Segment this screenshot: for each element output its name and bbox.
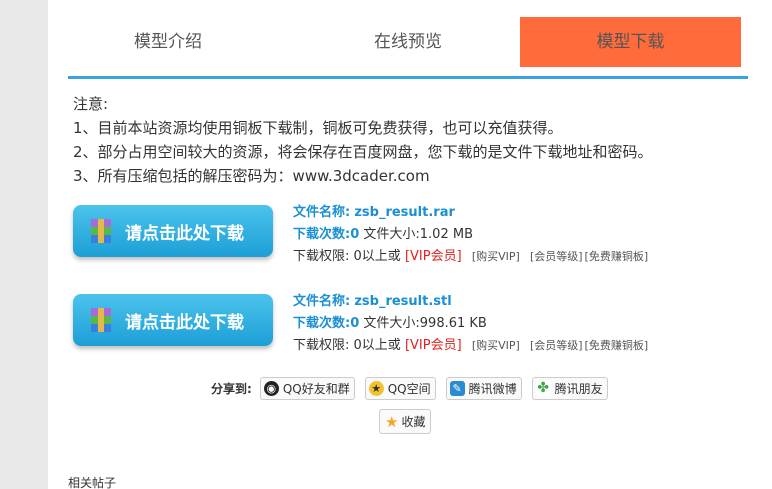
tencent-weibo-icon: ✎ [449,380,465,396]
file-size-value: 998.61 KB [419,316,487,331]
download-button-label: 请点击此处下载 [125,223,244,244]
share-tencent-weibo-button[interactable]: ✎ 腾讯微博 [445,376,522,400]
notice-line-1: 1、目前本站资源均使用铜板下载制，铜板可免费获得，也可以充值获得。 [73,119,563,137]
winrar-archive-icon [91,219,111,243]
star-icon: ★ [385,412,399,431]
vip-member-link[interactable]: [VIP会员] [405,338,462,353]
permission-label: 下载权限: [293,249,350,264]
download-button-label: 请点击此处下载 [125,312,244,333]
related-posts-heading: 相关帖子 [68,476,117,489]
filename-value: zsb_result.stl [354,294,452,309]
file-info: 文件名称: zsb_result.rar 下载次数:0 文件大小:1.02 MB… [293,202,733,268]
member-level-link[interactable]: [会员等级] [530,250,583,263]
share-bar: 分享到: ◉ QQ好友和群 ★ QQ空间 ✎ 腾讯微博 ✤ 腾讯朋友 [211,376,618,400]
qq-penguin-icon: ◉ [263,380,279,396]
download-count-label: 下载次数: [293,316,351,331]
share-tencent-weibo-label: 腾讯微博 [468,381,517,396]
tab-model-intro[interactable]: 模型介绍 [68,17,268,67]
clover-icon: ✤ [535,379,551,396]
download-count-value: 0 [350,227,360,242]
permission-value: 0以上或 [353,338,401,353]
content-panel: 模型介绍 在线预览 模型下载 注意: 1、目前本站资源均使用铜板下载制，铜板可免… [48,0,772,489]
tab-online-preview[interactable]: 在线预览 [298,17,518,67]
qzone-star-icon: ★ [368,380,384,396]
download-count-value: 0 [350,316,360,331]
share-qzone-label: QQ空间 [387,381,431,396]
notice-line-2: 2、部分占用空间较大的资源，将会保存在百度网盘，您下载的是文件下载地址和密码。 [73,143,653,161]
member-level-link[interactable]: [会员等级] [530,339,583,352]
winrar-archive-icon [91,308,111,332]
file-info: 文件名称: zsb_result.stl 下载次数:0 文件大小:998.61 … [293,291,733,357]
filename-label: 文件名称: [293,294,351,309]
notice-title: 注意: [73,95,109,113]
file-size-label: 文件大小: [363,316,420,331]
filename-value: zsb_result.rar [354,205,455,220]
favorite-label: 收藏 [401,415,426,429]
earn-coins-link[interactable]: [免费赚铜板] [585,339,649,352]
favorite-button[interactable]: ★ 收藏 [379,409,432,434]
earn-coins-link[interactable]: [免费赚铜板] [585,250,649,263]
download-button[interactable]: 请点击此处下载 [73,205,273,257]
vip-member-link[interactable]: [VIP会员] [405,249,462,264]
share-label: 分享到: [211,381,252,396]
download-button[interactable]: 请点击此处下载 [73,294,273,346]
permission-value: 0以上或 [353,249,401,264]
buy-vip-link[interactable]: [购买VIP] [472,250,520,263]
download-count-label: 下载次数: [293,227,351,242]
share-tencent-pengyou-button[interactable]: ✤ 腾讯朋友 [531,376,608,400]
buy-vip-link[interactable]: [购买VIP] [472,339,520,352]
file-size-label: 文件大小: [363,227,420,242]
share-tencent-pengyou-label: 腾讯朋友 [554,381,603,396]
tab-model-download[interactable]: 模型下载 [520,17,741,67]
share-qq-friends-button[interactable]: ◉ QQ好友和群 [259,376,355,400]
share-qq-friends-label: QQ好友和群 [282,381,350,396]
file-size-value: 1.02 MB [419,227,473,242]
share-qzone-button[interactable]: ★ QQ空间 [364,376,436,400]
tab-underline [68,76,748,79]
tab-bar: 模型介绍 在线预览 模型下载 [68,17,748,67]
permission-label: 下载权限: [293,338,350,353]
notice-line-3: 3、所有压缩包括的解压密码为：www.3dcader.com [73,167,430,185]
download-item: 请点击此处下载 文件名称: zsb_result.rar 下载次数:0 文件大小… [73,202,733,264]
notice-block: 注意: 1、目前本站资源均使用铜板下载制，铜板可免费获得，也可以充值获得。 2、… [73,92,733,188]
filename-label: 文件名称: [293,205,351,220]
download-item: 请点击此处下载 文件名称: zsb_result.stl 下载次数:0 文件大小… [73,291,733,353]
